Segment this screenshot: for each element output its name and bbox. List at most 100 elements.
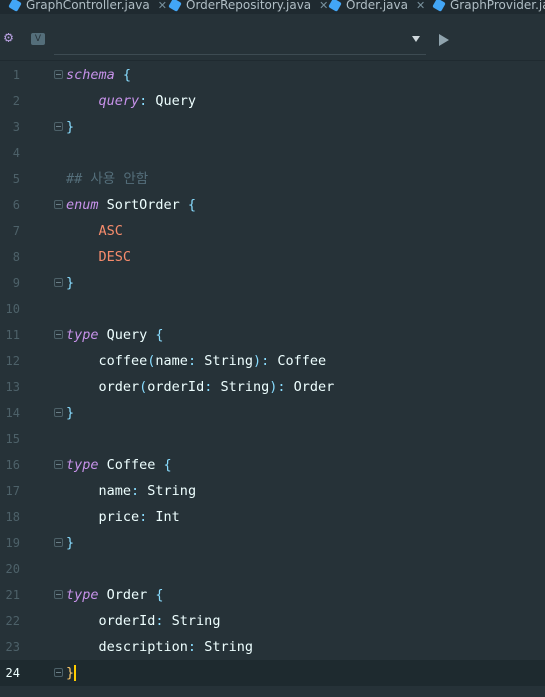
code-token: { [122,67,132,83]
text-caret [74,665,77,681]
code-token: type [66,587,99,603]
variables-toggle-icon[interactable]: V [31,33,45,45]
code-token: ASC [98,223,123,239]
fold-marker-icon[interactable] [54,122,63,131]
code-text: ## 사용 안함 [66,166,148,192]
tab-label: GraphProvider.java [450,0,545,12]
code-text: } [66,530,74,556]
code-line[interactable]: 23 description: String [0,634,545,660]
gear-icon[interactable]: ⚙ [4,30,13,45]
code-token: { [155,587,164,603]
code-line[interactable]: 4 [0,140,545,166]
close-icon[interactable]: ✕ [158,0,167,12]
fold-marker-icon[interactable] [54,538,63,547]
code-line[interactable]: 9} [0,270,545,296]
code-line[interactable]: 15 [0,426,545,452]
code-text: type Order { [66,582,164,608]
code-token: { [155,327,164,343]
code-token: : [155,613,164,629]
code-editor[interactable]: 1 schema {2 query: Query 3} 4 5 ## 사용 안함 6 enum… [0,62,545,697]
code-line[interactable]: 22 orderId: String [0,608,545,634]
chevron-down-icon[interactable] [412,36,420,42]
line-number: 18 [5,510,20,524]
fold-marker-icon[interactable] [54,70,63,79]
code-line[interactable]: 19} [0,530,545,556]
code-token: Order [98,587,156,603]
fold-marker-icon[interactable] [54,668,63,677]
code-token: : [277,379,286,395]
close-icon[interactable]: ✕ [416,0,425,12]
code-token: Int [147,509,180,525]
code-token: : [187,353,197,369]
code-line[interactable]: 1 schema { [0,62,545,88]
code-token: } [66,275,75,291]
code-line[interactable]: 17 name: String [0,478,545,504]
code-line[interactable]: 12 coffee(name: String): Coffee [0,348,545,374]
code-line[interactable]: 10 [0,296,545,322]
fold-marker-icon[interactable] [54,408,63,417]
code-line[interactable]: 11 type Query { [0,322,545,348]
code-line[interactable]: 5 ## 사용 안함 [0,166,545,192]
code-line[interactable]: 13 order(orderId: String): Order [0,374,545,400]
code-line[interactable]: 20 [0,556,545,582]
code-text: enum SortOrder { [66,192,196,218]
line-number: 24 [5,666,20,680]
tab-label: OrderRepository.java [186,0,312,12]
line-number: 21 [5,588,20,602]
fold-marker-icon[interactable] [54,278,63,287]
tab-graph-controller[interactable]: GraphController.java ✕ [8,0,167,14]
code-token: Order [285,379,335,395]
tab-label: Order.java [346,0,408,12]
line-number: 4 [12,146,20,160]
tab-graph-provider[interactable]: GraphProvider.java [432,0,545,14]
line-number: 3 [12,120,20,134]
fold-marker-icon[interactable] [54,330,63,339]
code-token: SortOrder [98,197,188,213]
line-number: 20 [5,562,20,576]
code-line[interactable]: 16 type Coffee { [0,452,545,478]
fold-marker-icon[interactable] [54,460,63,469]
code-text: } [66,270,74,296]
code-token: } [66,535,75,551]
code-line[interactable]: 18 price: Int [0,504,545,530]
code-token: type [66,327,99,343]
editor-tab-bar: GraphController.java ✕ OrderRepository.j… [0,0,545,15]
tab-order[interactable]: Order.java ✕ [328,0,425,14]
code-token: Coffee [269,353,327,369]
code-line[interactable]: 8 DESC [0,244,545,270]
code-line[interactable]: 6 enum SortOrder { [0,192,545,218]
code-text: orderId: String [66,608,221,634]
code-token: query [98,93,140,109]
code-line[interactable]: 3} [0,114,545,140]
code-token: schema [66,67,115,83]
code-line[interactable]: 14} [0,400,545,426]
tab-order-repository[interactable]: OrderRepository.java ✕ [168,0,328,14]
fold-marker-icon[interactable] [54,200,63,209]
fold-marker-icon[interactable] [54,590,63,599]
java-class-icon [8,0,22,12]
code-line[interactable]: 2 query: Query [0,88,545,114]
line-number: 15 [5,432,20,446]
line-number: 14 [5,406,20,420]
code-line[interactable]: 24} [0,660,545,686]
code-text: order(orderId: String): Order [66,374,335,400]
code-token: description [66,639,188,655]
code-token: String [196,639,253,655]
endpoint-select[interactable] [54,26,426,55]
code-text: DESC [66,244,132,270]
code-token: ## 사용 안함 [66,171,149,187]
java-class-icon [168,0,182,12]
code-token: Query [98,327,156,343]
close-icon[interactable]: ✕ [319,0,328,12]
code-token: String [196,353,253,369]
code-text: type Coffee { [66,452,172,478]
play-icon[interactable] [439,34,449,46]
line-number: 7 [12,224,20,238]
line-number: 16 [5,458,20,472]
code-line[interactable]: 21 type Order { [0,582,545,608]
code-token: orderId [147,379,205,395]
line-number: 5 [12,172,20,186]
code-token: Query [147,93,197,109]
code-line[interactable]: 7 ASC [0,218,545,244]
